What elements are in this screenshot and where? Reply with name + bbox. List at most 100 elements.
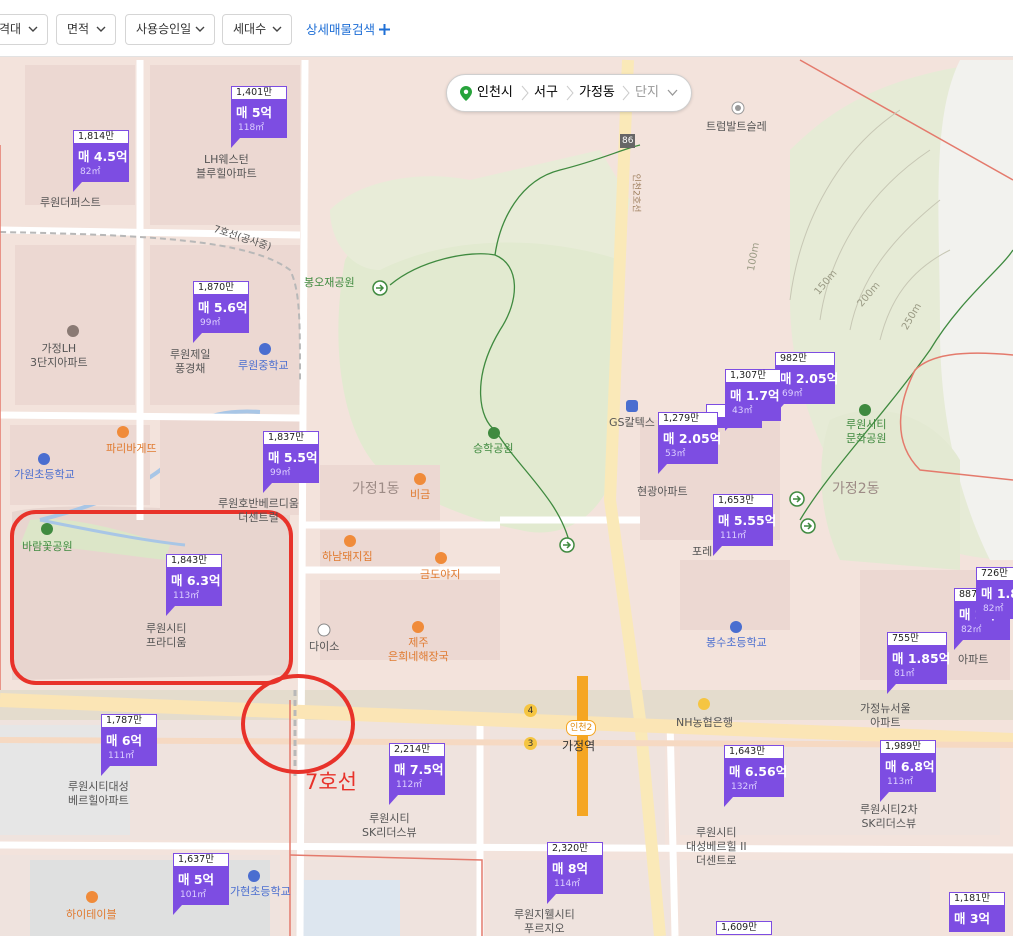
park-icon <box>488 427 500 439</box>
marker-price: 매 5.6억 <box>198 300 248 315</box>
place-label[interactable]: 승학공원 <box>473 442 513 456</box>
price-marker[interactable]: 1,643만 매 6.56억 132㎡ <box>724 745 788 807</box>
place-label[interactable]: 아파트 <box>958 653 988 667</box>
price-marker[interactable]: 1,989만 매 6.8억 113㎡ <box>880 740 936 802</box>
breadcrumb-dong[interactable]: 가정동 <box>579 75 615 111</box>
marker-area: 99㎡ <box>200 318 221 328</box>
chevron-down-icon <box>28 26 38 32</box>
breadcrumb-city[interactable]: 인천시 <box>477 75 513 111</box>
place-label[interactable]: 루원더퍼스트 <box>40 196 101 210</box>
price-marker[interactable]: 755만 매 1.85억 81㎡ <box>887 632 950 694</box>
price-marker[interactable]: 1,609만 <box>716 921 772 935</box>
place-label[interactable]: 금도야지 <box>420 568 460 582</box>
price-marker[interactable]: 2,320만 매 8억 114㎡ <box>547 842 603 904</box>
detail-search-link[interactable]: 상세매물검색 <box>306 14 375 45</box>
place-label[interactable]: NH농협은행 <box>676 716 733 730</box>
marker-price: 매 8억 <box>552 861 589 876</box>
marker-price: 매 1.8억 <box>981 586 1013 601</box>
chevron-down-icon[interactable] <box>667 89 678 97</box>
filter-households[interactable]: 세대수 <box>222 14 292 45</box>
marker-area: 99㎡ <box>270 468 291 478</box>
location-pin-icon <box>460 86 472 101</box>
marker-tail <box>166 606 175 616</box>
marker-area: 118㎡ <box>238 123 265 133</box>
place-label[interactable]: 포레 <box>692 545 712 559</box>
price-marker[interactable]: 726만매 1.8억 82㎡ <box>976 567 1013 629</box>
place-label[interactable]: LH웨스턴 블루힐아파트 <box>196 153 257 181</box>
place-label[interactable]: 봉오재공원 <box>304 276 355 290</box>
gas-station-icon <box>626 400 638 412</box>
price-marker[interactable]: 1,870만 매 5.6억 99㎡ <box>193 281 249 343</box>
place-label[interactable]: 트럼발트슬레 <box>706 120 767 134</box>
place-label[interactable]: 봉수초등학교 <box>706 636 767 650</box>
price-marker[interactable]: 1,843만 매 6.3억 113㎡ <box>166 554 222 616</box>
price-marker[interactable]: 2,214만 매 7.5억 112㎡ <box>389 743 445 805</box>
place-label[interactable]: 가정뉴서울 아파트 <box>860 702 911 730</box>
place-label[interactable]: 바람꽃공원 <box>22 540 73 554</box>
marker-tail <box>880 792 889 802</box>
marker-price: 매 5.5억 <box>268 450 318 465</box>
place-label[interactable]: 현광아파트 <box>637 485 688 499</box>
breadcrumb-district[interactable]: 서구 <box>534 75 558 111</box>
price-marker[interactable]: 1,837만 매 5.5억 99㎡ <box>263 431 319 493</box>
breadcrumb-complex[interactable]: 단지 <box>635 75 659 111</box>
place-label[interactable]: GS칼텍스 <box>609 416 655 430</box>
school-icon <box>259 343 271 355</box>
filter-price-type[interactable]: 격대 <box>0 14 48 45</box>
marker-area: 111㎡ <box>108 751 135 761</box>
filter-label: 격대 <box>0 22 22 36</box>
marker-price: 매 6.3억 <box>171 573 221 588</box>
marker-count: 1,307만 <box>725 369 781 383</box>
marker-price: 매 6억 <box>106 733 143 748</box>
marker-count: 755만 <box>887 632 947 646</box>
marker-price: 매 4.5억 <box>78 149 128 164</box>
place-label[interactable]: 파리바게뜨 <box>106 442 157 456</box>
marker-area: 113㎡ <box>173 591 200 601</box>
place-label[interactable]: 하이테이블 <box>66 908 117 922</box>
filter-area[interactable]: 면적 <box>56 14 116 45</box>
filter-approval-date[interactable]: 사용승인일 <box>125 14 215 45</box>
price-marker[interactable]: 1,787만 매 6억 111㎡ <box>101 714 157 776</box>
park-icon <box>859 404 871 416</box>
marker-count: 1,181만 <box>949 892 1005 906</box>
marker-tail <box>724 797 733 807</box>
station-label[interactable]: 가정역 <box>562 739 595 753</box>
place-label[interactable]: 루원시티 문화공원 <box>846 418 886 446</box>
place-label[interactable]: 루원호반베르디움 더센트럴 <box>218 497 299 525</box>
marker-area: 114㎡ <box>554 879 581 889</box>
price-marker[interactable]: 1,307만 매 1.7억 43㎡ <box>725 369 781 431</box>
price-marker[interactable]: 1,279만 매 2.05억 53㎡ <box>658 412 721 474</box>
price-marker[interactable]: 1,653만 매 5.55억 111㎡ <box>713 494 777 556</box>
place-label[interactable]: 가현초등학교 <box>230 885 291 899</box>
price-marker[interactable]: 1,814만 매 4.5억 82㎡ <box>73 130 129 192</box>
place-label[interactable]: 다이소 <box>309 640 339 654</box>
price-marker[interactable]: 982만 매 2.05억 69㎡ <box>775 352 838 414</box>
place-label[interactable]: 루원시티 대성베르힐 II 더센트로 <box>686 826 747 868</box>
place-label[interactable]: 루원시티 SK리더스뷰 <box>362 812 417 840</box>
place-label[interactable]: 가정LH 3단지아파트 <box>30 342 88 370</box>
marker-tail <box>713 546 722 556</box>
place-label[interactable]: 가원초등학교 <box>14 468 75 482</box>
price-marker[interactable]: 1,181만 매 3억 <box>949 892 1005 932</box>
price-marker[interactable]: 1,637만 매 5억 101㎡ <box>173 853 229 915</box>
place-label[interactable]: 하남돼지집 <box>322 550 373 564</box>
region-breadcrumb: 인천시 서구 가정동 단지 <box>446 74 692 112</box>
marker-area: 132㎡ <box>731 782 758 792</box>
annotation-label: 7호선 <box>305 770 358 794</box>
place-label[interactable]: 루원지웰시티 푸르지오 <box>514 908 575 936</box>
plus-icon[interactable] <box>378 23 391 36</box>
place-label[interactable]: 루원시티대성 베르힐아파트 <box>68 780 129 808</box>
marker-price: 매 6.56억 <box>729 764 788 779</box>
marker-area: 101㎡ <box>180 890 207 900</box>
price-marker[interactable]: 1,401만 매 5억 118㎡ <box>231 86 287 148</box>
place-label[interactable]: 제주 은희네해장국 <box>388 636 449 664</box>
marker-price: 매 7.5억 <box>394 762 444 777</box>
place-label[interactable]: 루원중학교 <box>238 359 289 373</box>
place-label[interactable]: 루원시티 프라디움 <box>146 622 186 650</box>
building-icon <box>731 101 745 115</box>
marker-area: 82㎡ <box>80 167 101 177</box>
place-label[interactable]: 루원시티2차 SK리더스뷰 <box>860 803 918 831</box>
place-label[interactable]: 루원제일 풍경채 <box>170 348 210 376</box>
place-label[interactable]: 비금 <box>410 488 430 502</box>
marker-price: 매 5.55억 <box>718 513 777 528</box>
